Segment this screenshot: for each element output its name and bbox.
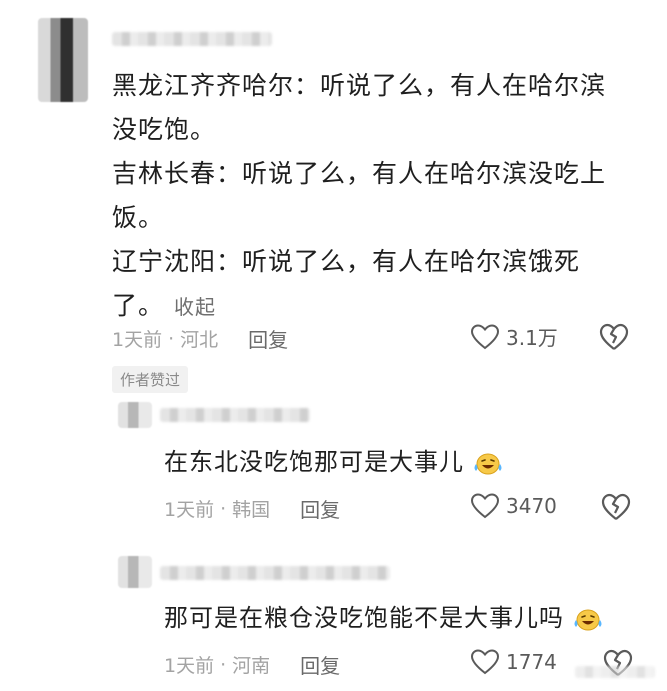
- reply-button[interactable]: 回复: [300, 494, 340, 523]
- like-count: 1774: [506, 650, 557, 674]
- separator: ·: [168, 327, 175, 350]
- reply-button[interactable]: 回复: [300, 650, 340, 679]
- comment-line: 了。: [112, 291, 165, 320]
- separator: ·: [220, 497, 227, 520]
- like-button[interactable]: 3.1万: [470, 322, 558, 351]
- comment-line: 辽宁沈阳：听说了么，有人在哈尔滨饿死: [112, 247, 581, 276]
- watermark: [575, 666, 655, 682]
- comment-line: 饭。: [112, 203, 165, 232]
- broken-heart-icon[interactable]: [600, 492, 632, 522]
- comment-location: 河北: [180, 329, 219, 351]
- heart-icon: [470, 493, 500, 519]
- avatar[interactable]: [118, 402, 152, 428]
- heart-icon: [470, 649, 500, 675]
- comment-line: 没吃饱。: [112, 115, 217, 144]
- reply-location: 韩国: [232, 499, 271, 521]
- username[interactable]: [160, 566, 390, 580]
- comment-text: 黑龙江齐齐哈尔：听说了么，有人在哈尔滨 没吃饱。 吉林长春：听说了么，有人在哈尔…: [112, 64, 652, 329]
- watermark-blur: [575, 666, 655, 678]
- reply-meta: 1天前 · 河南 回复: [164, 650, 340, 679]
- comment-meta: 1天前 · 河北 回复: [112, 324, 288, 353]
- author-liked-badge: 作者赞过: [112, 366, 189, 393]
- reply-text: 在东北没吃饱那可是大事儿: [164, 442, 503, 482]
- collapse-button[interactable]: 收起: [174, 295, 216, 319]
- laughing-tears-emoji: [474, 453, 502, 475]
- laughing-tears-emoji: [574, 609, 602, 631]
- comment-line: 黑龙江齐齐哈尔：听说了么，有人在哈尔滨: [112, 71, 607, 100]
- like-count: 3470: [506, 494, 557, 518]
- comment-line: 吉林长春：听说了么，有人在哈尔滨没吃上: [112, 159, 607, 188]
- reply-button[interactable]: 回复: [248, 324, 288, 353]
- reply-content: 那可是在粮仓没吃饱能不是大事儿吗: [164, 604, 564, 632]
- avatar[interactable]: [118, 556, 152, 588]
- comment-time: 1天前: [112, 329, 163, 351]
- reply-content: 在东北没吃饱那可是大事儿: [164, 448, 464, 476]
- username[interactable]: [112, 32, 272, 46]
- username[interactable]: [160, 408, 310, 422]
- reply-time: 1天前: [164, 499, 215, 521]
- reply-time: 1天前: [164, 655, 215, 677]
- comment-line-last: 了。 收起: [112, 284, 652, 329]
- like-button[interactable]: 1774: [470, 648, 557, 676]
- reply-text: 那可是在粮仓没吃饱能不是大事儿吗: [164, 598, 603, 638]
- separator: ·: [220, 653, 227, 676]
- heart-icon: [470, 323, 500, 349]
- reply-meta: 1天前 · 韩国 回复: [164, 494, 340, 523]
- avatar[interactable]: [38, 18, 88, 102]
- like-count: 3.1万: [506, 326, 558, 350]
- broken-heart-icon[interactable]: [598, 322, 630, 352]
- reply-location: 河南: [232, 655, 271, 677]
- like-button[interactable]: 3470: [470, 492, 557, 520]
